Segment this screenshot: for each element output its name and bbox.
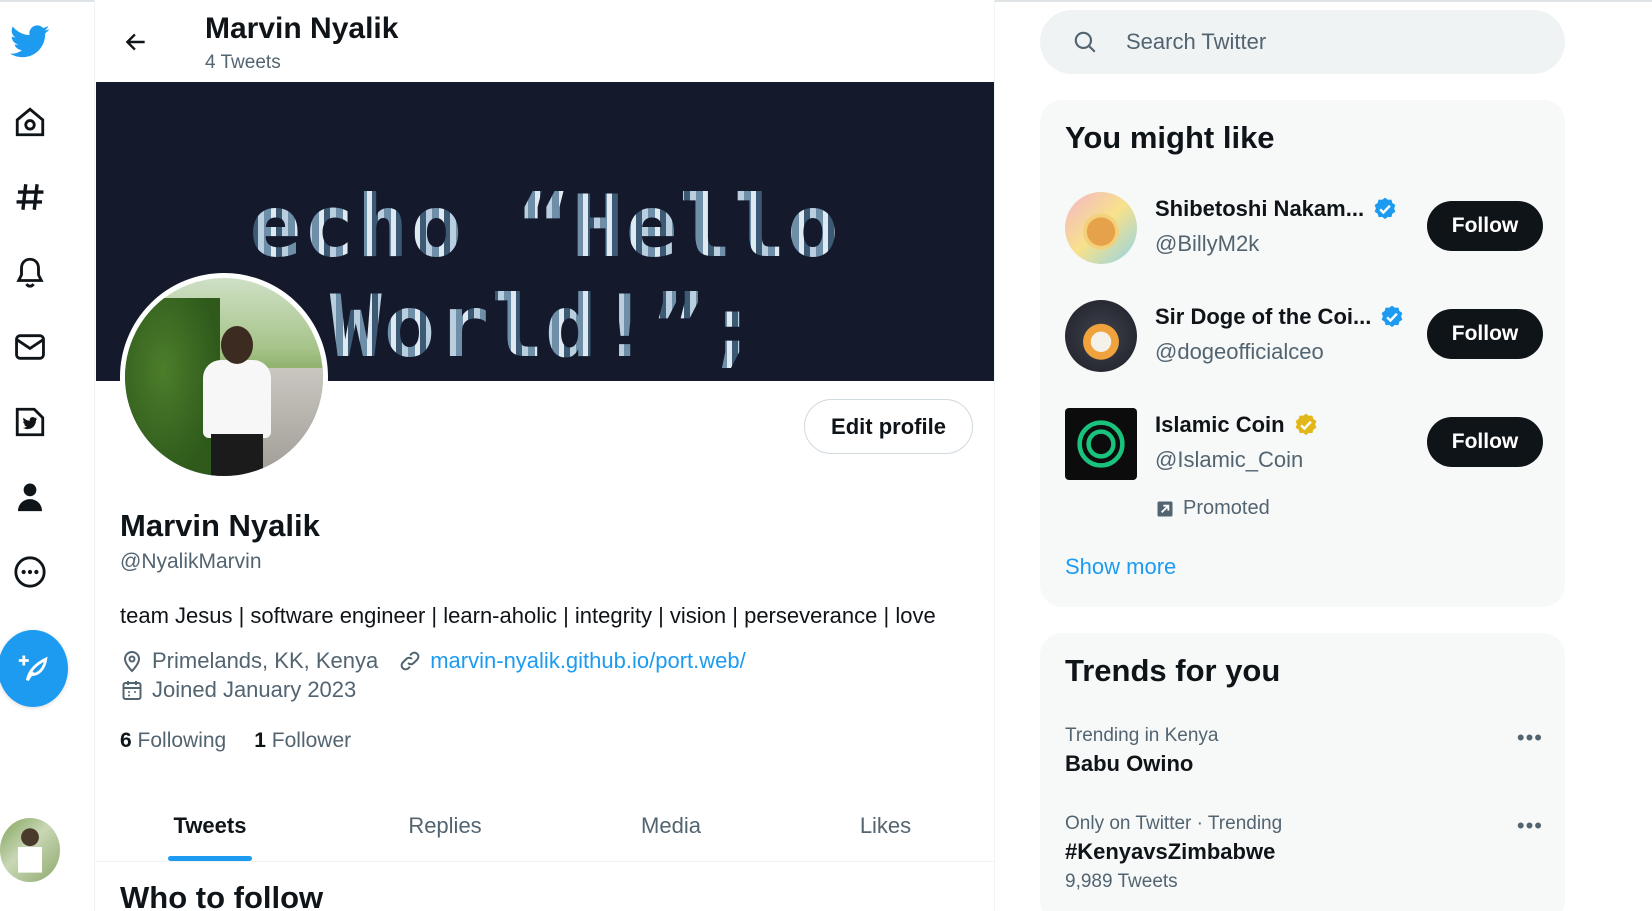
- twitter-blue-icon[interactable]: [0, 392, 60, 452]
- profile-joined: Joined January 2023: [152, 677, 357, 702]
- following-count: 6: [120, 729, 132, 752]
- tab-tweets[interactable]: Tweets: [95, 790, 325, 861]
- back-button[interactable]: [115, 21, 157, 63]
- trend-title: #KenyavsZimbabwe: [1065, 839, 1276, 864]
- verified-badge-icon: [1381, 305, 1403, 328]
- you-might-like-title: You might like: [1065, 120, 1275, 155]
- more-dots-icon[interactable]: •••: [1517, 813, 1543, 839]
- suggestion-name: Sir Doge of the Coi...: [1155, 304, 1372, 329]
- account-avatar[interactable]: [0, 818, 60, 882]
- profile-tabs: Tweets Replies Media Likes: [95, 790, 994, 862]
- profile-person-icon[interactable]: [0, 467, 60, 527]
- profile-name: Marvin Nyalik: [120, 508, 320, 543]
- left-nav: [0, 0, 94, 911]
- followers-link[interactable]: 1 Follower: [254, 729, 351, 753]
- profile-bio: team Jesus | software engineer | learn-a…: [120, 603, 936, 628]
- header-name: Marvin Nyalik: [205, 12, 399, 45]
- trends-card: Trends for you Trending in Kenya Babu Ow…: [1040, 633, 1565, 911]
- show-more-link[interactable]: Show more: [1065, 554, 1176, 580]
- following-link[interactable]: 6 Following: [120, 729, 226, 753]
- profile-avatar[interactable]: [120, 273, 328, 481]
- suggestion-handle: @BillyM2k: [1155, 231, 1260, 256]
- messages-mail-icon[interactable]: [0, 317, 60, 377]
- trend-item[interactable]: Only on Twitter · Trending #KenyavsZimba…: [1065, 813, 1543, 893]
- suggestion-item[interactable]: Islamic Coin @Islamic_Coin Promoted Foll…: [1065, 404, 1543, 524]
- more-dots-icon[interactable]: •••: [1517, 725, 1543, 751]
- suggestion-avatar: [1065, 300, 1137, 372]
- profile-location: Primelands, KK, Kenya: [152, 648, 379, 673]
- back-arrow-icon: [125, 33, 145, 51]
- header-tweet-count: 4 Tweets: [205, 52, 281, 73]
- suggestion-handle: @Islamic_Coin: [1155, 447, 1304, 472]
- follow-button[interactable]: Follow: [1427, 309, 1543, 359]
- trend-item[interactable]: Trending in Kenya Babu Owino •••: [1065, 725, 1543, 777]
- promoted-icon: [1157, 501, 1173, 516]
- who-to-follow-title: Who to follow: [120, 880, 324, 911]
- you-might-like-card: You might like Shibetoshi Nakam... @Bill…: [1040, 100, 1565, 607]
- search-input[interactable]: [1126, 29, 1506, 55]
- suggestion-item[interactable]: Shibetoshi Nakam... @BillyM2k Follow: [1065, 188, 1543, 268]
- tab-media[interactable]: Media: [565, 790, 777, 861]
- search-icon: [1072, 29, 1098, 55]
- tab-replies[interactable]: Replies: [325, 790, 565, 861]
- trend-context: Only on Twitter · Trending: [1065, 813, 1283, 834]
- profile-meta-joined-row: Joined January 2023: [120, 677, 356, 703]
- suggestion-item[interactable]: Sir Doge of the Coi... @dogeofficialceo …: [1065, 296, 1543, 376]
- tab-label: Tweets: [173, 812, 247, 838]
- link-icon: [398, 649, 422, 673]
- tab-label: Media: [641, 812, 701, 838]
- profile-website-link[interactable]: marvin-nyalik.github.io/port.web/: [430, 648, 745, 674]
- trends-title: Trends for you: [1065, 653, 1281, 688]
- followers-count: 1: [254, 729, 266, 752]
- profile-header: Marvin Nyalik 4 Tweets: [95, 0, 994, 82]
- suggestion-handle: @dogeofficialceo: [1155, 339, 1324, 364]
- search-bar[interactable]: [1040, 10, 1565, 74]
- trend-tweet-count: 9,989 Tweets: [1065, 871, 1178, 892]
- home-icon[interactable]: [0, 92, 60, 152]
- follow-button[interactable]: Follow: [1427, 417, 1543, 467]
- explore-hashtag-icon[interactable]: [0, 167, 60, 227]
- profile-column: Marvin Nyalik 4 Tweets echo “Hello World…: [94, 0, 995, 911]
- tab-label: Likes: [859, 812, 912, 838]
- suggestion-name: Islamic Coin: [1155, 412, 1285, 437]
- active-tab-indicator: [168, 856, 252, 861]
- islamic-coin-logo-icon: [1077, 420, 1125, 468]
- location-pin-icon: [120, 649, 144, 673]
- twitter-logo-icon[interactable]: [0, 12, 60, 72]
- profile-meta-location-row: Primelands, KK, Kenya marvin-nyalik.gith…: [120, 648, 746, 674]
- more-circle-icon[interactable]: [0, 542, 60, 602]
- calendar-icon: [120, 678, 144, 702]
- suggestion-avatar: [1065, 408, 1137, 480]
- suggestion-avatar: [1065, 192, 1137, 264]
- tab-likes[interactable]: Likes: [777, 790, 994, 861]
- promoted-label: Promoted: [1155, 497, 1270, 520]
- notifications-bell-icon[interactable]: [0, 242, 60, 302]
- follow-button[interactable]: Follow: [1427, 201, 1543, 251]
- profile-handle: @NyalikMarvin: [120, 550, 262, 573]
- following-label: Following: [137, 729, 227, 752]
- trend-context: Trending in Kenya: [1065, 725, 1219, 746]
- tab-label: Replies: [408, 812, 482, 838]
- follow-stats: 6 Following 1 Follower: [120, 729, 351, 753]
- verified-badge-icon: [1295, 413, 1316, 436]
- compose-tweet-icon: [18, 655, 48, 681]
- suggestion-name: Shibetoshi Nakam...: [1155, 196, 1365, 221]
- verified-badge-icon: [1374, 197, 1396, 220]
- followers-label: Follower: [271, 729, 352, 752]
- promoted-text: Promoted: [1183, 497, 1270, 519]
- compose-tweet-button[interactable]: [0, 630, 68, 707]
- trend-title: Babu Owino: [1065, 751, 1194, 776]
- edit-profile-button[interactable]: Edit profile: [804, 399, 973, 454]
